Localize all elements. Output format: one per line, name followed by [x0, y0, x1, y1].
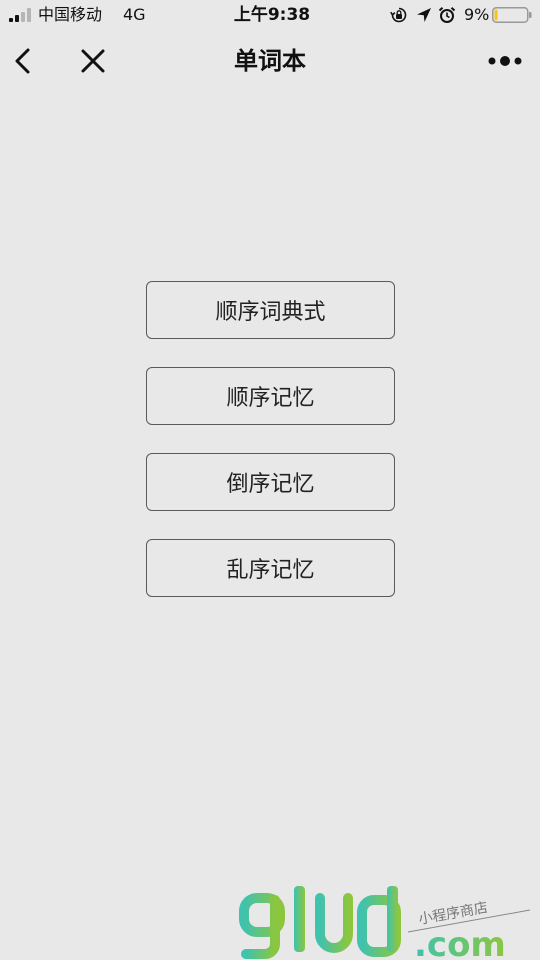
battery-percent: 9% [464, 5, 490, 24]
more-button[interactable] [486, 44, 524, 78]
status-time: 上午9:38 [233, 5, 311, 25]
nav-bar: 单词本 [0, 30, 540, 92]
location-arrow-icon [417, 8, 431, 22]
battery-level-fill [494, 9, 498, 21]
status-bar: 中国移动 4G 上午9:38 9% [0, 0, 540, 30]
page-title: 单词本 [234, 47, 306, 75]
random-memorize-button[interactable]: 乱序记忆 [146, 539, 395, 597]
battery-icon [492, 7, 532, 23]
svg-text:.com: .com [414, 925, 506, 960]
memorize-mode-menu: 顺序词典式 顺序记忆 倒序记忆 乱序记忆 [146, 281, 395, 625]
alarm-icon [438, 7, 456, 23]
watermark-logo: 小程序商店 .com [239, 886, 531, 960]
rotation-lock-icon [390, 7, 407, 23]
sequential-memorize-button[interactable]: 顺序记忆 [146, 367, 395, 425]
dictionary-order-button[interactable]: 顺序词典式 [146, 281, 395, 339]
reverse-memorize-button[interactable]: 倒序记忆 [146, 453, 395, 511]
more-dots-icon [488, 56, 522, 66]
